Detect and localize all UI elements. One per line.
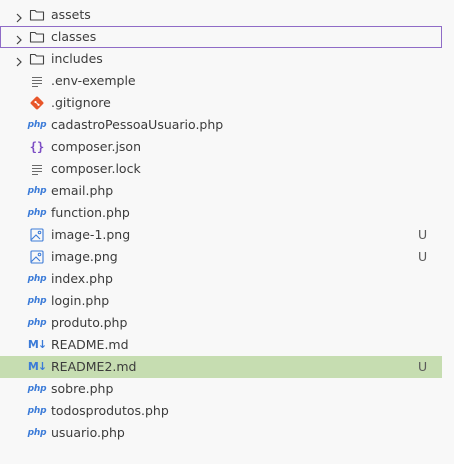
file-item-composer-json[interactable]: {} composer.json: [0, 136, 454, 158]
explorer-scrollbar[interactable]: [442, 0, 454, 464]
chevron-right-icon[interactable]: [13, 9, 25, 23]
item-label: function.php: [51, 205, 130, 220]
file-item-cadastropessoausuario-php[interactable]: php cadastroPessoaUsuario.php: [0, 114, 454, 136]
file-item-sobre-php[interactable]: php sobre.php: [0, 378, 454, 400]
item-label: image.png: [51, 249, 118, 264]
folder-item-classes[interactable]: classes: [0, 26, 442, 48]
folder-item-includes[interactable]: includes: [0, 48, 454, 70]
file-explorer-tree: assets classes includes .env-exemple .gitign…: [0, 4, 454, 444]
git-status-untracked-badge: U: [418, 249, 428, 264]
item-label: .gitignore: [51, 95, 111, 110]
file-item-index-php[interactable]: php index.php: [0, 268, 454, 290]
item-label: .env-exemple: [51, 73, 136, 88]
item-label: produto.php: [51, 315, 128, 330]
git-status-untracked-badge: U: [418, 359, 428, 374]
file-item-image-png[interactable]: image.png U: [0, 246, 454, 268]
folder-item-assets[interactable]: assets: [0, 4, 454, 26]
file-item-composer-lock[interactable]: composer.lock: [0, 158, 454, 180]
item-label: todosprodutos.php: [51, 403, 169, 418]
item-label: email.php: [51, 183, 114, 198]
json-braces-icon: {}: [29, 140, 45, 154]
file-item-env-exemple[interactable]: .env-exemple: [0, 70, 454, 92]
item-label: includes: [51, 51, 103, 66]
folder-icon: [29, 7, 45, 23]
item-label: composer.lock: [51, 161, 141, 176]
item-label: README2.md: [51, 359, 137, 374]
item-label: index.php: [51, 271, 113, 286]
item-label: sobre.php: [51, 381, 114, 396]
file-item-image-1-png[interactable]: image-1.png U: [0, 224, 454, 246]
folder-icon: [29, 51, 45, 67]
php-icon: php: [27, 186, 47, 196]
file-item-produto-php[interactable]: php produto.php: [0, 312, 454, 334]
item-label: classes: [51, 29, 97, 44]
text-lines-icon: [29, 73, 45, 89]
chevron-right-icon[interactable]: [13, 31, 25, 45]
image-icon: [29, 227, 45, 243]
chevron-right-icon[interactable]: [13, 53, 25, 67]
markdown-icon: M↓: [27, 360, 47, 373]
item-label: image-1.png: [51, 227, 131, 242]
file-item-usuario-php[interactable]: php usuario.php: [0, 422, 454, 444]
image-icon: [29, 249, 45, 265]
item-label: assets: [51, 7, 91, 22]
php-icon: php: [27, 384, 47, 394]
file-item-function-php[interactable]: php function.php: [0, 202, 454, 224]
file-item-email-php[interactable]: php email.php: [0, 180, 454, 202]
file-item-gitignore[interactable]: .gitignore: [0, 92, 454, 114]
item-label: usuario.php: [51, 425, 125, 440]
text-lines-icon: [29, 161, 45, 177]
markdown-icon: M↓: [27, 338, 47, 351]
file-item-readme-md[interactable]: M↓ README.md: [0, 334, 454, 356]
php-icon: php: [27, 208, 47, 218]
item-label: cadastroPessoaUsuario.php: [51, 117, 224, 132]
item-label: README.md: [51, 337, 129, 352]
item-label: login.php: [51, 293, 110, 308]
php-icon: php: [27, 318, 47, 328]
php-icon: php: [27, 296, 47, 306]
item-label: composer.json: [51, 139, 142, 154]
php-icon: php: [27, 274, 47, 284]
git-icon: [29, 95, 45, 111]
file-item-readme2-md[interactable]: M↓ README2.md U: [0, 356, 442, 378]
php-icon: php: [27, 428, 47, 438]
php-icon: php: [27, 120, 47, 130]
folder-icon: [29, 29, 45, 45]
php-icon: php: [27, 406, 47, 416]
file-item-login-php[interactable]: php login.php: [0, 290, 454, 312]
git-status-untracked-badge: U: [418, 227, 428, 242]
file-item-todosprodutos-php[interactable]: php todosprodutos.php: [0, 400, 454, 422]
